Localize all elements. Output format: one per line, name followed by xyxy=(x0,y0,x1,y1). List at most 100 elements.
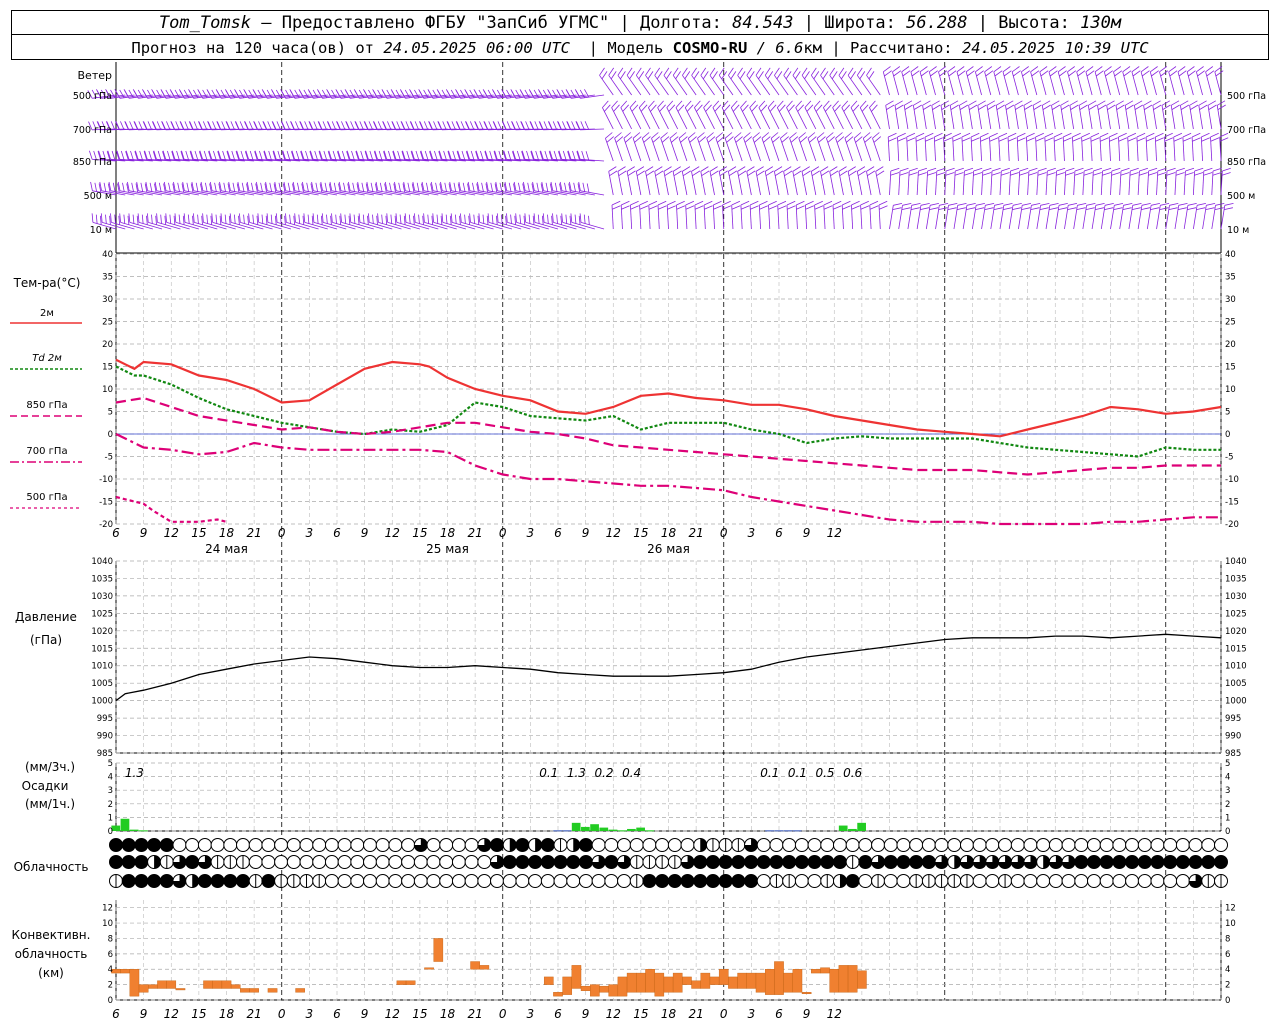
wind-barb-feather xyxy=(361,182,365,192)
wind-barb xyxy=(869,100,881,130)
legend-t2m-label: 2м xyxy=(40,308,54,319)
wind-barb xyxy=(961,132,971,162)
cloud-symbol xyxy=(693,838,708,852)
wind-barb-feather xyxy=(544,150,548,160)
wind-barb-feather xyxy=(820,67,826,76)
cloud-symbol xyxy=(1074,874,1089,888)
temp-tick-left: 20 xyxy=(102,340,113,350)
wind-barb-feather xyxy=(404,213,407,223)
wind-barb-feather xyxy=(1044,137,1054,142)
wind-barb-feather xyxy=(629,71,635,80)
wind-barb-feather xyxy=(330,215,332,225)
convective-bar xyxy=(212,980,223,989)
wind-barb-feather xyxy=(468,215,470,225)
wind-barb-shaft xyxy=(629,107,642,130)
wind-barb-feather xyxy=(1157,167,1167,172)
wind-barb-feather xyxy=(445,214,448,224)
wind-barb-feather xyxy=(537,214,540,224)
wind-barb-feather xyxy=(792,166,801,172)
wind-barb xyxy=(1136,132,1146,162)
wind-barb-feather xyxy=(1105,70,1113,77)
precip-tick-left: 2 xyxy=(108,800,113,810)
wind-barb-feather xyxy=(1070,104,1079,110)
wind-barb-feather xyxy=(442,121,447,130)
wind-barb-feather xyxy=(192,215,194,225)
cloud-symbol xyxy=(1125,855,1140,869)
wind-barb-feather xyxy=(354,121,359,130)
cloud-half-fill xyxy=(700,838,707,852)
wind-barb xyxy=(752,132,762,162)
wind-barb-feather xyxy=(731,205,741,210)
wind-barb-shaft xyxy=(1039,71,1047,96)
convective-tick-right: 2 xyxy=(1225,981,1230,991)
cloud-symbol xyxy=(286,874,301,888)
wind-level-right: 500 гПа xyxy=(1227,91,1266,102)
wind-barb-shaft xyxy=(1011,71,1019,96)
wind-barb-feather xyxy=(508,182,512,192)
wind-barb-feather xyxy=(1116,104,1125,110)
wind-barb-shaft xyxy=(1018,205,1023,230)
cloud-symbol xyxy=(591,855,606,869)
wind-barb-feather xyxy=(957,70,966,77)
wind-barb xyxy=(183,213,209,230)
wind-barb-shaft xyxy=(715,138,725,162)
cloud-symbol xyxy=(553,838,568,852)
wind-barb-shaft xyxy=(703,107,715,130)
wind-barb xyxy=(358,213,384,230)
convective-tick-left: 8 xyxy=(108,934,113,944)
cloud-symbol xyxy=(807,855,822,869)
wind-barb-feather xyxy=(303,213,306,223)
wind-barb-feather xyxy=(1028,172,1038,176)
wind-barb xyxy=(1205,66,1215,96)
wind-barb-feather xyxy=(1044,132,1054,138)
cloud-symbol xyxy=(934,855,949,869)
wind-barb xyxy=(441,213,467,230)
convective-x-tick: 3 xyxy=(748,1007,756,1021)
day-label: 24 мая xyxy=(205,542,248,556)
precip-tick-right: 3 xyxy=(1225,786,1230,796)
wind-barb-feather xyxy=(984,66,993,73)
wind-barb-feather xyxy=(322,121,327,130)
cloud-symbol xyxy=(337,855,352,869)
cloud-symbol xyxy=(185,838,200,852)
wind-barb-shaft xyxy=(602,107,614,130)
wind-barb-feather xyxy=(663,67,670,76)
wind-barb-shaft xyxy=(1122,71,1130,96)
wind-barb-feather xyxy=(186,182,190,192)
cloud-circle xyxy=(197,838,212,852)
wind-barb-feather xyxy=(1146,137,1155,142)
convective-bar xyxy=(718,969,729,985)
temp-x-tick: 12 xyxy=(164,526,179,540)
wind-barb-feather xyxy=(664,170,673,177)
wind-barb-feather xyxy=(149,182,153,192)
wind-barb-feather xyxy=(193,121,198,130)
convective-panel-title-2: облачность xyxy=(15,947,88,961)
wind-barb-feather xyxy=(742,104,749,112)
wind-barb xyxy=(935,203,949,230)
convective-bar xyxy=(682,976,692,985)
cloud-circle xyxy=(718,855,733,869)
cloud-circle xyxy=(1214,838,1228,852)
wind-barb-feather xyxy=(852,104,860,112)
wind-barb xyxy=(971,167,983,196)
wind-barb xyxy=(165,213,190,230)
wind-barb-feather xyxy=(155,215,157,225)
wind-barb-feather xyxy=(640,104,648,112)
cloud-symbol xyxy=(604,874,619,888)
wind-barb-feather xyxy=(814,200,823,206)
wind-barb-feather xyxy=(805,205,814,210)
wind-barb-feather xyxy=(1201,132,1210,138)
wind-barb xyxy=(266,213,292,230)
wind-barb-feather xyxy=(728,67,734,76)
temp-x-tick: 15 xyxy=(633,526,648,540)
wind-barb-feather xyxy=(535,150,539,160)
convective-bar xyxy=(433,938,444,962)
wind-barb-feather xyxy=(872,132,880,139)
wind-barb-feather xyxy=(1042,100,1051,106)
wind-barb-feather xyxy=(390,214,393,224)
wind-barb xyxy=(1131,66,1141,96)
convective-tick-right: 10 xyxy=(1225,919,1236,929)
wind-barb-feather xyxy=(198,121,203,130)
precip-tick-left: 3 xyxy=(108,786,113,796)
wind-barb-feather xyxy=(929,207,939,210)
